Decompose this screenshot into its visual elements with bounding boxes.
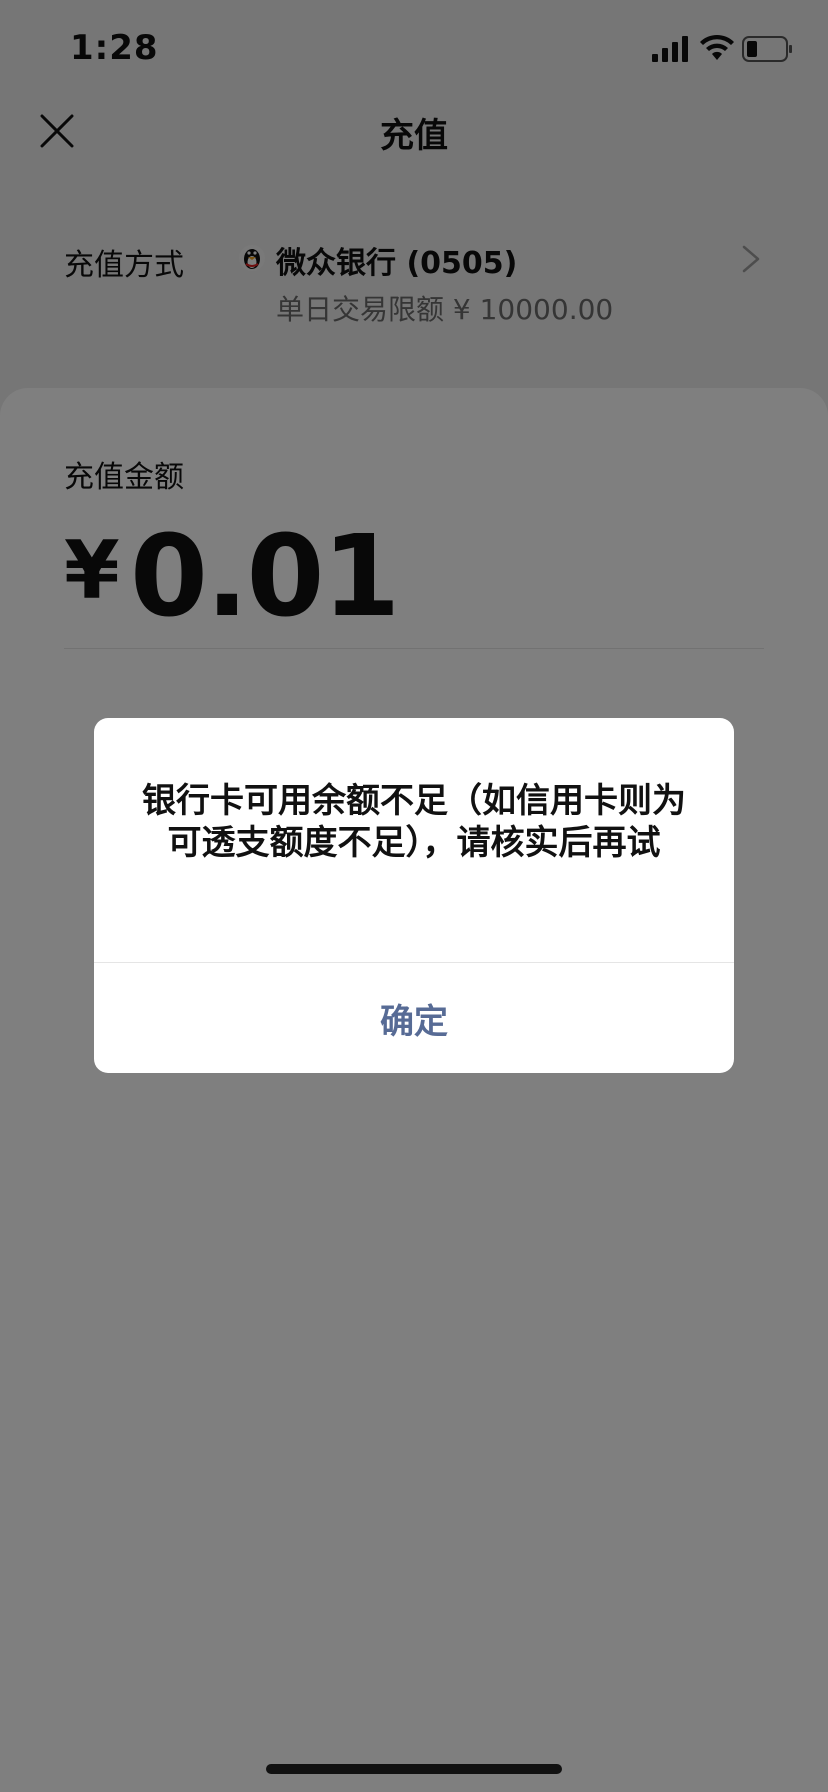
dialog-message: 银行卡可用余额不足（如信用卡则为可透支额度不足），请核实后再试 [142, 781, 686, 863]
home-indicator[interactable] [266, 1764, 562, 1774]
confirm-button[interactable]: 确定 [94, 963, 734, 1073]
alert-dialog: 银行卡可用余额不足（如信用卡则为可透支额度不足），请核实后再试 确定 [94, 718, 734, 1073]
